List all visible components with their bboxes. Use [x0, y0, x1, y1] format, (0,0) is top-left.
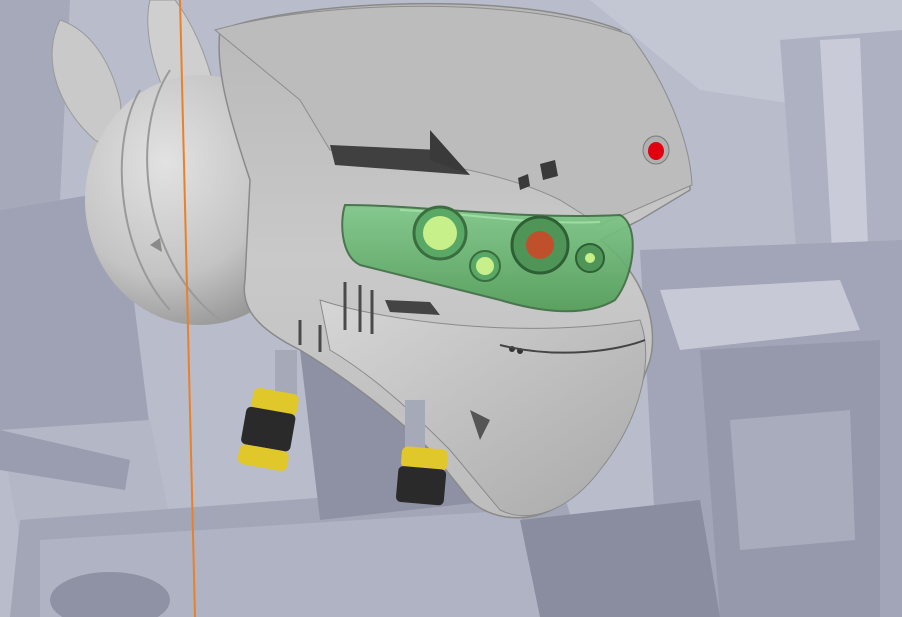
cad-render-viewport: [0, 0, 902, 617]
red-indicator-light: [642, 135, 670, 165]
